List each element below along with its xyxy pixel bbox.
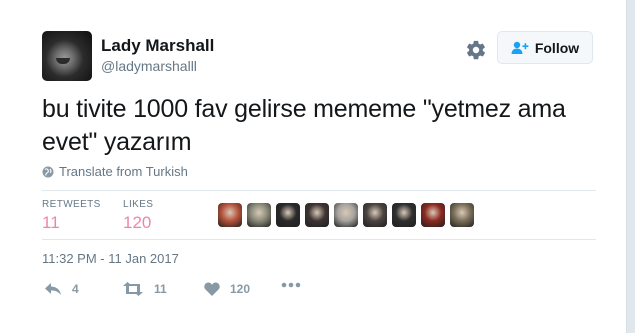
translate-label: Translate from Turkish (59, 164, 188, 179)
avatar-gray-figure[interactable] (247, 203, 271, 227)
reply-icon (45, 283, 61, 295)
tweet-timestamp[interactable]: 11:32 PM - 11 Jan 2017 (42, 251, 179, 266)
avatar-red-figure[interactable] (421, 203, 445, 227)
translate-link[interactable]: Translate from Turkish (42, 164, 188, 179)
like-action[interactable]: 120 (204, 282, 250, 296)
liked-by-avatars (218, 203, 474, 227)
likes-value: 120 (123, 213, 152, 232)
follow-button-label: Follow (534, 39, 580, 56)
avatar-light-portrait[interactable] (334, 203, 358, 227)
avatar-olive-portrait[interactable] (450, 203, 474, 227)
avatar-black-white[interactable] (392, 203, 416, 227)
divider-bottom (42, 239, 596, 240)
retweets-value: 11 (42, 213, 60, 232)
retweet-icon (123, 282, 143, 296)
gear-icon[interactable] (465, 39, 487, 61)
reply-count: 4 (72, 282, 79, 296)
more-action[interactable] (281, 282, 301, 288)
user-display-name[interactable]: Lady Marshall (101, 36, 214, 56)
divider-top (42, 190, 596, 191)
retweet-count: 11 (154, 282, 167, 296)
like-count: 120 (230, 282, 251, 296)
follow-button[interactable]: Follow (497, 31, 593, 64)
retweet-action[interactable]: 11 (122, 282, 167, 296)
tweet-card: Lady Marshall @ladymarshalll Follow bu t… (0, 0, 627, 333)
avatar-dark-portrait[interactable] (305, 203, 329, 227)
globe-icon (42, 166, 54, 177)
avatar-red-face[interactable] (218, 203, 242, 227)
heart-icon (204, 282, 220, 296)
reply-action[interactable]: 4 (44, 282, 79, 296)
likes-stat[interactable]: LIKES 120 (123, 199, 153, 233)
avatar-dark-portrait-2[interactable] (363, 203, 387, 227)
likes-label: LIKES (123, 199, 154, 210)
retweets-stat[interactable]: RETWEETS 11 (42, 199, 101, 233)
avatar-dark-sunglasses[interactable] (276, 203, 300, 227)
tweet-text: bu tivite 1000 fav gelirse mememe "yetme… (42, 95, 566, 156)
avatar-lips-detail (56, 58, 70, 64)
retweets-label: RETWEETS (42, 199, 101, 210)
user-handle[interactable]: @ladymarshalll (101, 58, 197, 74)
user-avatar[interactable] (42, 31, 92, 81)
more-dots-icon (281, 282, 301, 288)
add-user-icon (511, 41, 529, 54)
